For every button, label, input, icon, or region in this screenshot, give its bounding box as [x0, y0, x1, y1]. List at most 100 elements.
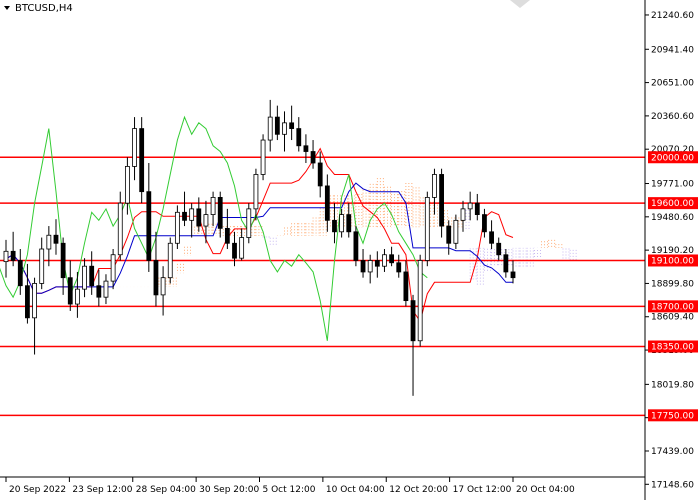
candle-body [32, 283, 37, 319]
candle-body [403, 271, 409, 302]
candle-body [439, 174, 444, 227]
candle-body [432, 174, 437, 198]
level-label: 19600.00 [651, 199, 694, 209]
candle-body [39, 248, 45, 284]
price-tick-label: 17148.60 [651, 480, 694, 490]
time-tick-label: 10 Oct 04:00 [326, 485, 385, 495]
candle-body [417, 260, 423, 342]
candle-body [217, 196, 223, 229]
candle-body [182, 211, 187, 221]
candle-body [210, 196, 216, 215]
candle-body [260, 139, 266, 175]
time-tick-label: 28 Sep 04:00 [136, 485, 196, 495]
candle-body [53, 234, 59, 244]
candle-body [46, 234, 52, 250]
candle-body [160, 277, 166, 296]
level-label: 19100.00 [651, 256, 694, 266]
chart-background [0, 0, 700, 500]
candle-body [389, 254, 395, 264]
candle-body [282, 122, 287, 135]
candle-body [82, 265, 87, 290]
price-tick-label: 19480.60 [651, 213, 694, 223]
candle-body [339, 214, 345, 233]
candle-body [446, 225, 452, 244]
candle-body [310, 151, 316, 164]
candle-body [267, 116, 273, 141]
price-tick-label: 17439.00 [651, 447, 694, 457]
candle-body [332, 219, 337, 233]
candle-body [453, 219, 459, 244]
candle-body [367, 260, 373, 273]
candle-body [189, 208, 195, 221]
candle-body [139, 128, 145, 193]
price-tick-label: 20651.00 [651, 79, 694, 89]
candle-body [203, 214, 209, 227]
candle-body [239, 237, 245, 259]
symbol-title: BTCUSD,H4 [15, 3, 73, 14]
candle-body [60, 242, 66, 279]
candle-body [410, 300, 416, 342]
candle-body [303, 145, 309, 152]
candle-body [232, 242, 237, 259]
candle-body [353, 231, 359, 261]
candle-body [496, 242, 502, 256]
candle-body [25, 285, 30, 319]
price-tick-label: 18609.40 [651, 313, 694, 323]
candle-body [3, 250, 9, 263]
time-tick-label: 5 Oct 12:00 [263, 485, 316, 495]
candle-body [396, 262, 402, 273]
candle-body [10, 250, 16, 261]
candle-body [67, 277, 73, 305]
candle-body [117, 202, 123, 256]
time-tick-label: 20 Sep 2022 [9, 485, 66, 495]
candle-body [110, 254, 116, 282]
price-tick-label: 20941.40 [651, 45, 694, 55]
time-tick-label: 20 Oct 04:00 [516, 485, 575, 495]
candle-body [360, 260, 366, 273]
candle-body [467, 202, 473, 210]
candle-body [503, 254, 509, 273]
candle-body [289, 122, 295, 129]
candle-body [253, 174, 259, 210]
price-tick-label: 20360.60 [651, 112, 694, 122]
candle-body [75, 288, 80, 305]
candle-body [103, 280, 109, 298]
candle-body [482, 214, 487, 233]
candle-body [246, 208, 252, 238]
candle-body [153, 260, 159, 296]
candle-body [146, 191, 152, 261]
candle-body [374, 260, 380, 267]
time-tick-label: 12 Oct 20:00 [389, 485, 448, 495]
level-label: 18700.00 [651, 302, 694, 312]
candle-body [196, 208, 202, 227]
level-label: 17750.00 [651, 411, 694, 421]
candle-body [124, 166, 130, 204]
time-tick-label: 30 Sep 20:00 [199, 485, 259, 495]
candle-body [274, 116, 280, 135]
candle-body [132, 128, 137, 167]
candle-body [224, 227, 230, 244]
candle-body [460, 208, 466, 221]
price-tick-label: 18019.80 [651, 380, 694, 390]
candle-body [489, 231, 494, 244]
level-label: 20000.00 [651, 153, 694, 163]
candle-body [89, 265, 95, 287]
candle-body [96, 285, 102, 298]
price-chart[interactable]: 21240.6020941.4020651.0020360.6020070.20… [0, 0, 700, 500]
price-tick-label: 18899.80 [651, 279, 694, 289]
price-tick-label: 19771.00 [651, 180, 694, 190]
candle-body [317, 162, 323, 187]
candle-body [510, 271, 516, 279]
candle-body [174, 211, 180, 244]
candle-body [424, 196, 430, 261]
candle-body [324, 185, 330, 221]
time-tick-label: 17 Oct 12:00 [453, 485, 512, 495]
candle-body [474, 202, 480, 215]
candle-body [17, 260, 23, 287]
price-tick-label: 21240.60 [651, 11, 694, 21]
candle-body [296, 128, 302, 147]
time-tick-label: 23 Sep 12:00 [72, 485, 132, 495]
level-label: 18350.00 [651, 342, 694, 352]
candle-body [346, 214, 352, 233]
candle-body [382, 254, 387, 267]
